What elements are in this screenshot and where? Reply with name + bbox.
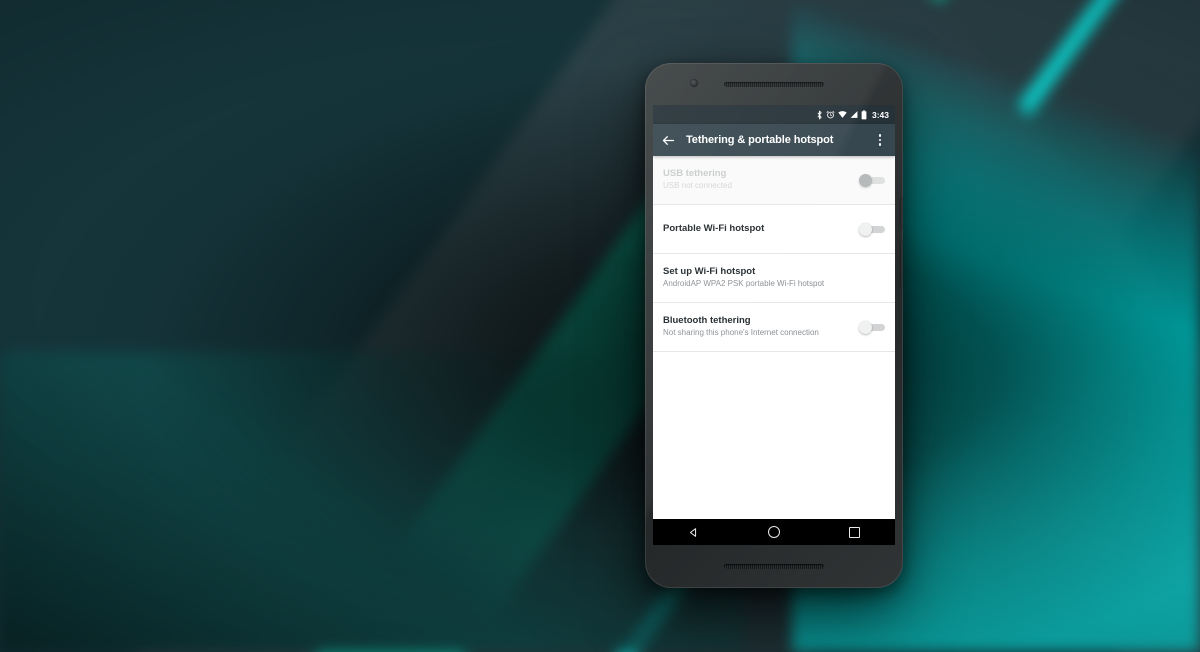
nav-back-button[interactable] xyxy=(680,519,706,545)
app-bar: Tethering & portable hotspot xyxy=(653,124,895,156)
toggle-switch-usb-tethering[interactable] xyxy=(859,173,885,187)
list-item-subtitle: Not sharing this phone's Internet connec… xyxy=(663,328,819,338)
list-item-texts: USB tethering USB not connected xyxy=(663,168,851,192)
back-arrow-icon[interactable] xyxy=(661,133,676,148)
front-camera-icon xyxy=(690,79,698,87)
list-item-texts: Set up Wi-Fi hotspot AndroidAP WPA2 PSK … xyxy=(663,266,885,290)
list-item-texts: Portable Wi-Fi hotspot xyxy=(663,223,851,235)
battery-icon xyxy=(861,109,867,120)
list-item-texts: Bluetooth tethering Not sharing this pho… xyxy=(663,315,851,339)
status-bar: 3:43 xyxy=(653,105,895,124)
phone-screen: 3:43 Tethering & portable hotspot USB te… xyxy=(653,105,895,545)
alarm-icon xyxy=(826,110,835,119)
wifi-icon xyxy=(838,110,847,119)
square-recents-icon xyxy=(849,526,861,538)
android-phone-device: 3:43 Tethering & portable hotspot USB te… xyxy=(645,63,903,588)
list-item-set-up-wifi-hotspot[interactable]: Set up Wi-Fi hotspot AndroidAP WPA2 PSK … xyxy=(653,254,895,303)
power-button[interactable] xyxy=(901,198,903,228)
wallpaper-background xyxy=(0,0,1200,652)
settings-list: USB tethering USB not connected Portable… xyxy=(653,156,895,352)
list-item-usb-tethering[interactable]: USB tethering USB not connected xyxy=(653,156,895,205)
bottom-speaker-grille xyxy=(724,564,824,569)
switch-thumb xyxy=(859,222,872,236)
list-item-bluetooth-tethering[interactable]: Bluetooth tethering Not sharing this pho… xyxy=(653,303,895,352)
list-item-title: Set up Wi-Fi hotspot xyxy=(663,266,756,278)
list-item-title: Portable Wi-Fi hotspot xyxy=(663,223,765,235)
cellular-signal-icon xyxy=(850,110,858,119)
bluetooth-icon xyxy=(816,110,823,120)
nav-home-button[interactable] xyxy=(761,519,787,545)
list-item-title: USB tethering xyxy=(663,168,727,180)
list-item-portable-wifi-hotspot[interactable]: Portable Wi-Fi hotspot xyxy=(653,205,895,254)
list-item-subtitle: AndroidAP WPA2 PSK portable Wi-Fi hotspo… xyxy=(663,279,825,289)
navigation-bar xyxy=(653,519,895,545)
earpiece-speaker xyxy=(724,82,824,87)
wallpaper-lower-left-sweep xyxy=(0,352,744,652)
wallpaper-blur-layer xyxy=(0,0,1200,652)
list-item-subtitle: USB not connected xyxy=(663,181,732,191)
nav-recents-button[interactable] xyxy=(842,519,868,545)
switch-thumb xyxy=(859,173,872,187)
volume-button[interactable] xyxy=(901,241,903,287)
circle-home-icon xyxy=(767,526,780,538)
page-title: Tethering & portable hotspot xyxy=(686,134,834,146)
overflow-menu-icon[interactable] xyxy=(873,132,887,148)
toggle-switch-bluetooth-tethering[interactable] xyxy=(859,320,885,334)
toggle-switch-portable-wifi-hotspot[interactable] xyxy=(859,222,885,236)
status-bar-clock: 3:43 xyxy=(871,109,889,120)
switch-thumb xyxy=(859,320,872,334)
list-item-title: Bluetooth tethering xyxy=(663,315,751,327)
